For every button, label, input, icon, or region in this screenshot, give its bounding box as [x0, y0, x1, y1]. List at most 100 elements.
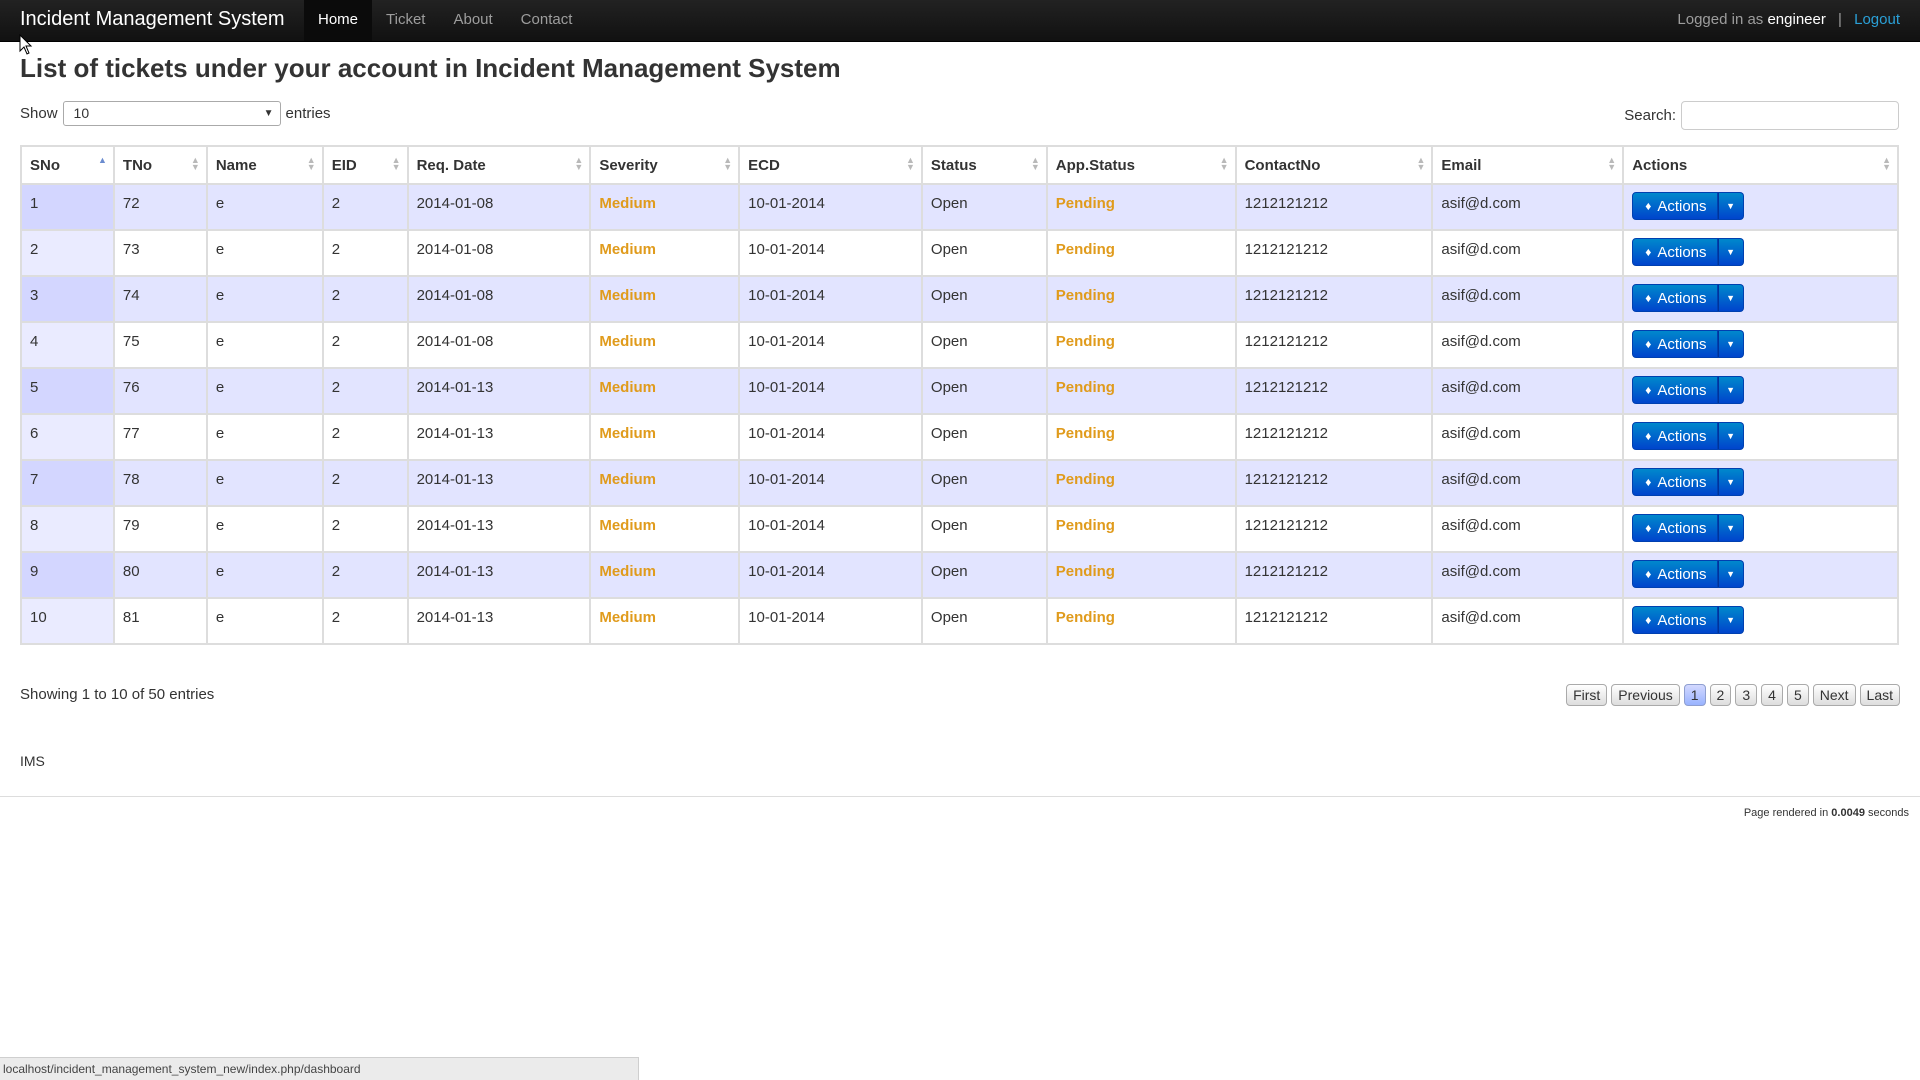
column-header-actions[interactable]: Actions ▲ ▼: [1622, 145, 1899, 185]
column-header-app-status[interactable]: App.Status ▲ ▼: [1045, 145, 1237, 185]
cell-ecd: 10-01-2014: [738, 275, 923, 323]
column-header-name[interactable]: Name ▲ ▼: [205, 145, 324, 185]
cell-email: asif@d.com: [1431, 459, 1625, 507]
cell-severity: Medium: [589, 413, 741, 461]
actions-button[interactable]: ♦ Actions: [1632, 514, 1718, 542]
nav-home[interactable]: Home: [304, 0, 373, 41]
column-header-label: ContactNo: [1244, 156, 1321, 174]
actions-button[interactable]: ♦ Actions: [1632, 238, 1718, 266]
actions-dropdown-toggle[interactable]: ▼: [1717, 468, 1744, 496]
table-row: 6 77 e 2 2014-01-13 Medium 10-01-2014 Open Pendi…: [20, 413, 1899, 461]
actions-button-label: Actions: [1657, 197, 1707, 215]
actions-dropdown-toggle[interactable]: ▼: [1717, 560, 1744, 588]
cell-req-date: 2014-01-08: [406, 183, 592, 231]
tag-icon: ♦: [1645, 475, 1652, 489]
tag-icon: ♦: [1645, 613, 1652, 627]
actions-dropdown-toggle[interactable]: ▼: [1717, 284, 1744, 312]
actions-dropdown-toggle[interactable]: ▼: [1717, 330, 1744, 358]
search-label: Search:: [1624, 107, 1676, 124]
column-header-label: Actions: [1632, 156, 1688, 174]
column-header-label: SNo: [30, 156, 60, 174]
cell-req-date: 2014-01-13: [406, 597, 592, 645]
actions-dropdown-toggle[interactable]: ▼: [1717, 376, 1744, 404]
entries-length-control: Show 10 ▼ entries: [20, 101, 331, 126]
actions-button[interactable]: ♦ Actions: [1632, 422, 1718, 450]
cell-status: Open: [920, 459, 1048, 507]
nav-about[interactable]: About: [439, 0, 506, 41]
cell-contact: 1212121212: [1234, 321, 1434, 369]
actions-button[interactable]: ♦ Actions: [1632, 468, 1718, 496]
actions-button[interactable]: ♦ Actions: [1632, 192, 1718, 220]
page-5-button[interactable]: 5: [1786, 684, 1809, 706]
cell-tno: 78: [112, 459, 208, 507]
page-last-button[interactable]: Last: [1859, 684, 1900, 706]
render-time-info: Page rendered in 0.0049 seconds: [1744, 807, 1909, 819]
actions-dropdown-toggle[interactable]: ▼: [1717, 606, 1744, 634]
cell-contact: 1212121212: [1234, 183, 1434, 231]
sort-arrows-icon: ▲ ▼: [905, 155, 915, 172]
page-2-button[interactable]: 2: [1709, 684, 1732, 706]
page-title: List of tickets under your account in In…: [20, 53, 841, 83]
nav-contact[interactable]: Contact: [507, 0, 587, 41]
actions-button-group: ♦ Actions ▼: [1632, 422, 1744, 450]
actions-button-label: Actions: [1657, 427, 1707, 445]
cell-status: Open: [920, 275, 1048, 323]
cell-sno: 10: [20, 597, 115, 645]
actions-dropdown-toggle[interactable]: ▼: [1717, 514, 1744, 542]
column-header-tno[interactable]: TNo ▲ ▼: [112, 145, 208, 185]
column-header-contact[interactable]: ContactNo ▲ ▼: [1234, 145, 1434, 185]
actions-button[interactable]: ♦ Actions: [1632, 330, 1718, 358]
caret-down-icon: ▼: [1726, 201, 1735, 211]
tag-icon: ♦: [1645, 291, 1652, 305]
sort-arrows-icon: ▲ ▼: [574, 155, 584, 172]
page-4-button[interactable]: 4: [1761, 684, 1783, 706]
cell-name: e: [205, 505, 324, 553]
cell-name: e: [205, 229, 324, 277]
cell-status: Open: [920, 551, 1048, 599]
cell-app-status: Pending: [1045, 183, 1237, 231]
entries-select[interactable]: 10 ▼: [62, 101, 281, 126]
cell-severity: Medium: [589, 183, 741, 231]
actions-button-label: Actions: [1657, 565, 1707, 583]
actions-dropdown-toggle[interactable]: ▼: [1717, 238, 1744, 266]
actions-button[interactable]: ♦ Actions: [1632, 284, 1718, 312]
cell-sno: 3: [20, 275, 115, 323]
cell-eid: 2: [321, 275, 409, 323]
page-3-button[interactable]: 3: [1735, 684, 1758, 706]
page-1-button[interactable]: 1: [1683, 684, 1706, 706]
cell-app-status: Pending: [1045, 459, 1237, 507]
cell-ecd: 10-01-2014: [738, 551, 923, 599]
column-header-eid[interactable]: EID ▲ ▼: [321, 145, 409, 185]
column-header-status[interactable]: Status ▲ ▼: [920, 145, 1048, 185]
cell-severity: Medium: [589, 275, 741, 323]
table-row: 1 72 e 2 2014-01-08 Medium 10-01-2014 Open Pendi…: [20, 183, 1899, 231]
actions-button[interactable]: ♦ Actions: [1632, 560, 1718, 588]
caret-down-icon: ▼: [1726, 569, 1735, 579]
search-input[interactable]: [1681, 101, 1899, 130]
table-row: 4 75 e 2 2014-01-08 Medium 10-01-2014 Open Pendi…: [20, 321, 1899, 369]
cell-sno: 4: [20, 321, 115, 369]
sort-arrows-icon: ▲ ▼: [1607, 155, 1617, 172]
page-previous-button[interactable]: Previous: [1611, 684, 1680, 706]
actions-button[interactable]: ♦ Actions: [1632, 606, 1718, 634]
page-next-button[interactable]: Next: [1812, 684, 1856, 706]
table-header-row: SNo ▲ TNo ▲ ▼ Name ▲ ▼ EID ▲ ▼ Req. Date ▲ ▼ Seve…: [20, 145, 1899, 185]
column-header-ecd[interactable]: ECD ▲ ▼: [738, 145, 923, 185]
page-first-button[interactable]: First: [1566, 684, 1608, 706]
column-header-sno[interactable]: SNo ▲: [20, 145, 115, 185]
cell-sno: 7: [20, 459, 115, 507]
column-header-severity[interactable]: Severity ▲ ▼: [589, 145, 741, 185]
actions-dropdown-toggle[interactable]: ▼: [1717, 422, 1744, 450]
logout-link[interactable]: Logout: [1854, 11, 1900, 28]
actions-dropdown-toggle[interactable]: ▼: [1717, 192, 1744, 220]
column-header-req-date[interactable]: Req. Date ▲ ▼: [406, 145, 592, 185]
cell-req-date: 2014-01-13: [406, 413, 592, 461]
brand-title[interactable]: Incident Management System: [20, 8, 285, 31]
cell-eid: 2: [321, 505, 409, 553]
footer-divider: [0, 796, 1920, 797]
navbar: Incident Management System Home Ticket A…: [0, 0, 1920, 42]
actions-button[interactable]: ♦ Actions: [1632, 376, 1718, 404]
cell-ecd: 10-01-2014: [738, 367, 923, 415]
column-header-email[interactable]: Email ▲ ▼: [1431, 145, 1625, 185]
nav-ticket[interactable]: Ticket: [372, 0, 439, 41]
